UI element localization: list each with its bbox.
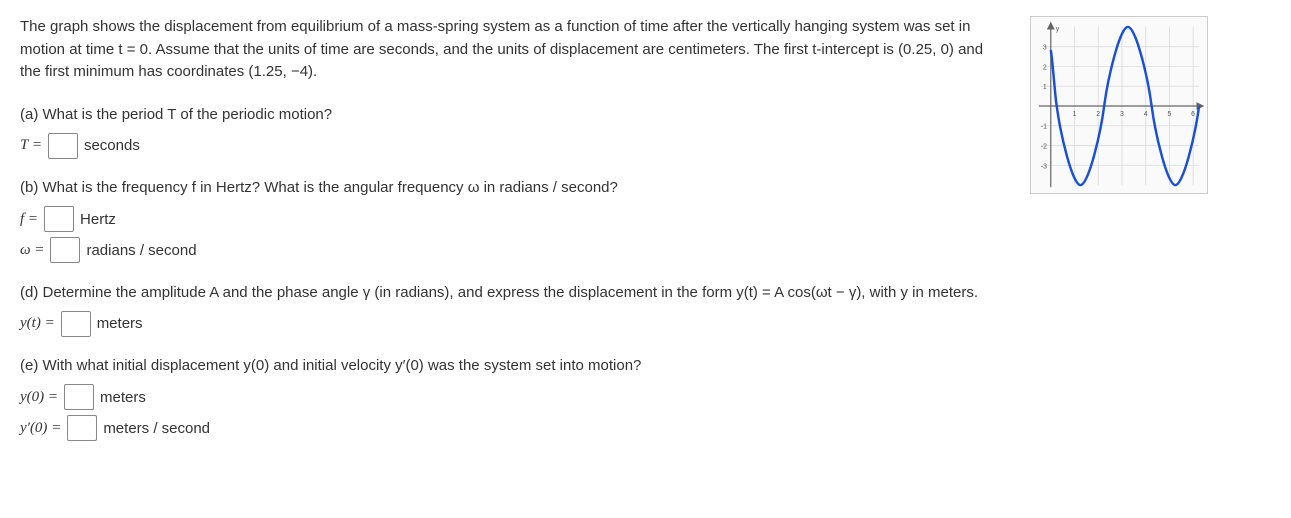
svg-text:1: 1 [1073, 111, 1077, 118]
svg-text:-1: -1 [1041, 124, 1047, 131]
unit-f: Hertz [80, 206, 116, 233]
var-f: f = [20, 206, 38, 233]
svg-text:y: y [1056, 26, 1060, 33]
unit-yt: meters [97, 310, 143, 337]
var-yt: y(t) = [20, 310, 55, 337]
svg-text:2: 2 [1043, 64, 1047, 71]
part-d: (d) Determine the amplitude A and the ph… [20, 282, 1000, 338]
question-content: The graph shows the displacement from eq… [20, 16, 1000, 460]
svg-text:2: 2 [1096, 111, 1100, 118]
svg-text:3: 3 [1120, 111, 1124, 118]
part-e-answer-y0: y(0) = meters [20, 384, 1000, 411]
var-y0: y(0) = [20, 384, 58, 411]
unit-T: seconds [84, 132, 140, 159]
part-e-answer-yp0: y′(0) = meters / second [20, 415, 1000, 442]
var-omega: ω = [20, 237, 44, 264]
input-yt[interactable] [61, 311, 91, 337]
part-b-answer-omega: ω = radians / second [20, 237, 1000, 264]
part-d-prompt: (d) Determine the amplitude A and the ph… [20, 282, 1000, 305]
input-omega[interactable] [50, 237, 80, 263]
var-yp0: y′(0) = [20, 415, 61, 442]
intro-text: The graph shows the displacement from eq… [20, 16, 1000, 84]
var-T: T = [20, 132, 42, 159]
part-a: (a) What is the period T of the periodic… [20, 104, 1000, 160]
svg-text:-3: -3 [1041, 163, 1047, 170]
input-f[interactable] [44, 206, 74, 232]
part-b: (b) What is the frequency f in Hertz? Wh… [20, 177, 1000, 264]
graph-panel: y t 1 2 3 4 5 6 3 2 1 -1 -2 -3 [1030, 16, 1208, 194]
part-e: (e) With what initial displacement y(0) … [20, 355, 1000, 442]
part-b-answer-f: f = Hertz [20, 206, 1000, 233]
svg-text:1: 1 [1043, 84, 1047, 91]
oscillation-graph: y t 1 2 3 4 5 6 3 2 1 -1 -2 -3 [1031, 17, 1207, 193]
input-y0[interactable] [64, 384, 94, 410]
svg-text:6: 6 [1191, 111, 1195, 118]
part-e-prompt: (e) With what initial displacement y(0) … [20, 355, 1000, 378]
unit-yp0: meters / second [103, 415, 210, 442]
svg-text:4: 4 [1144, 111, 1148, 118]
part-a-answer: T = seconds [20, 132, 1000, 159]
part-a-prompt: (a) What is the period T of the periodic… [20, 104, 1000, 127]
unit-y0: meters [100, 384, 146, 411]
svg-text:5: 5 [1167, 111, 1171, 118]
svg-text:3: 3 [1043, 45, 1047, 52]
part-d-answer: y(t) = meters [20, 310, 1000, 337]
input-yp0[interactable] [67, 415, 97, 441]
part-b-prompt: (b) What is the frequency f in Hertz? Wh… [20, 177, 1000, 200]
unit-omega: radians / second [86, 237, 196, 264]
input-T[interactable] [48, 133, 78, 159]
svg-text:-2: -2 [1041, 144, 1047, 151]
